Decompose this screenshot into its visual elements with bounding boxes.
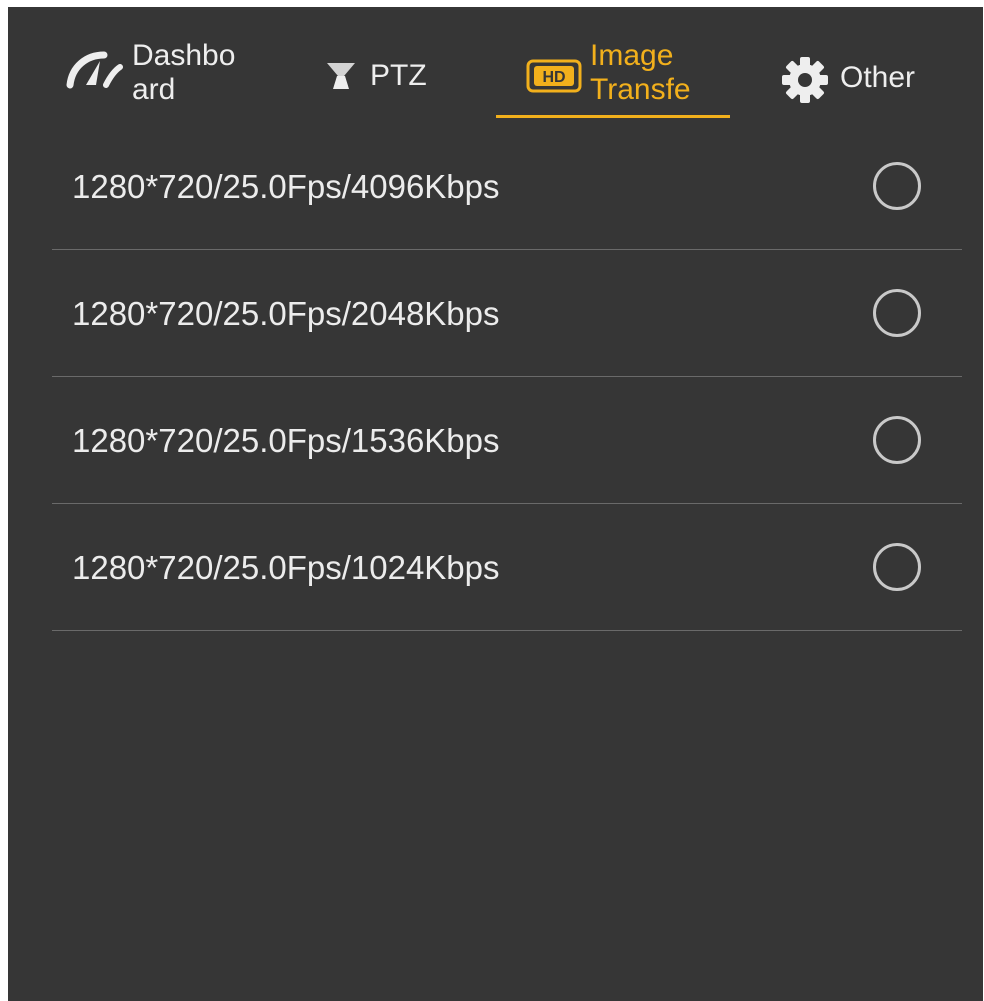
option-label: 1280*720/25.0Fps/1536Kbps (72, 422, 500, 459)
tab-bar: Dashbo ard PTZ HD Image Transfe Other (8, 7, 983, 127)
radio-button[interactable] (873, 416, 921, 464)
option-label: 1280*720/25.0Fps/2048Kbps (72, 295, 500, 332)
tab-other[interactable]: Other (780, 39, 915, 119)
option-label: 1280*720/25.0Fps/4096Kbps (72, 168, 500, 205)
option-label: 1280*720/25.0Fps/1024Kbps (72, 549, 500, 586)
tab-image-transfer[interactable]: HD Image Transfe (526, 39, 691, 119)
tab-ptz[interactable]: PTZ (326, 39, 427, 119)
tab-other-label: Other (840, 61, 916, 94)
radio-button[interactable] (873, 543, 921, 591)
list-item[interactable]: 1280*720/25.0Fps/4096Kbps (52, 123, 962, 250)
radio-button[interactable] (873, 289, 921, 337)
radio-button[interactable] (873, 162, 921, 210)
list-item[interactable]: 1280*720/25.0Fps/1024Kbps (52, 504, 962, 631)
list-item[interactable]: 1280*720/25.0Fps/1536Kbps (52, 377, 962, 504)
tab-dashboard-label: Dashbo ard (132, 39, 236, 106)
settings-panel: Dashbo ard PTZ HD Image Transfe Other 12… (8, 7, 983, 1001)
list-item[interactable]: 1280*720/25.0Fps/2048Kbps (52, 250, 962, 377)
hd-icon: HD (526, 59, 582, 98)
tab-image-transfer-label: Image Transfe (590, 39, 691, 106)
resolution-list: 1280*720/25.0Fps/4096Kbps 1280*720/25.0F… (52, 123, 962, 631)
svg-text:HD: HD (542, 69, 565, 86)
gear-icon (780, 55, 830, 110)
gimbal-icon (326, 61, 356, 96)
speedometer-icon (66, 49, 126, 94)
tab-dashboard[interactable]: Dashbo ard (66, 39, 235, 119)
active-tab-indicator (496, 115, 730, 118)
tab-ptz-label: PTZ (370, 59, 427, 92)
